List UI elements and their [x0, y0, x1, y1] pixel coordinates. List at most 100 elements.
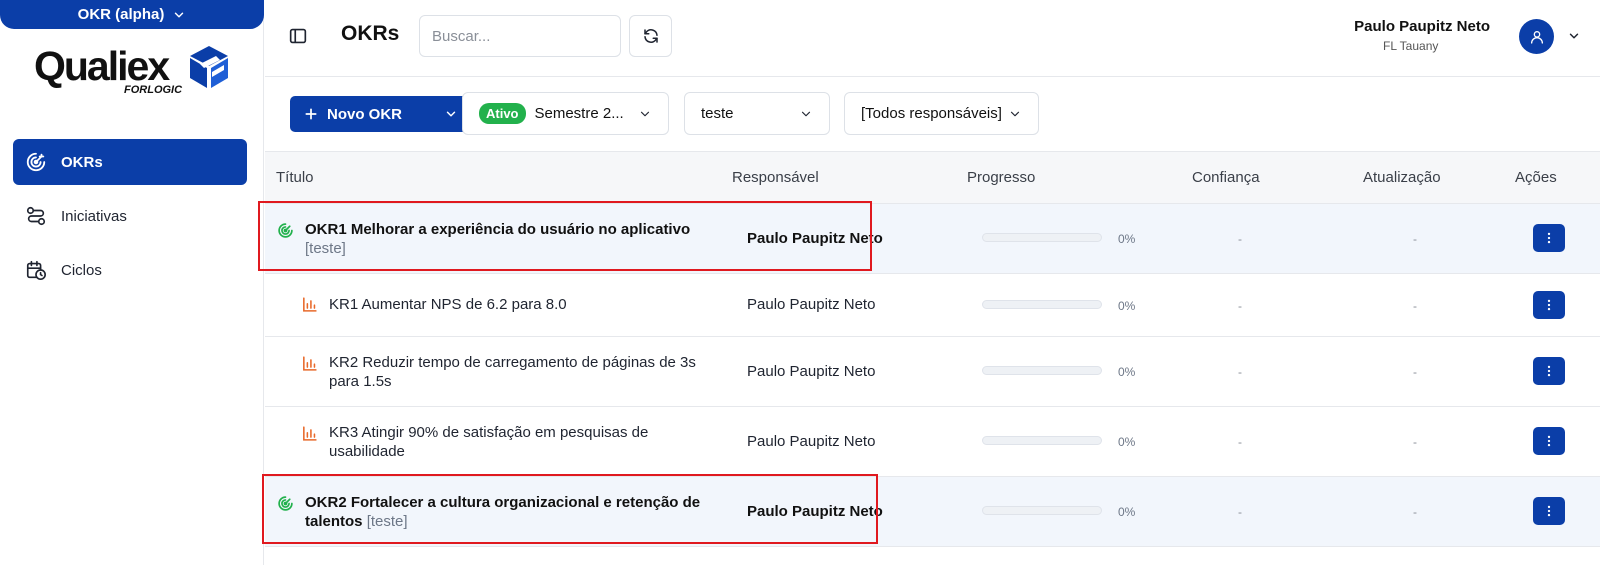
column-header-title[interactable]: Título [276, 169, 314, 186]
progress-bar [982, 233, 1102, 242]
column-header-updated[interactable]: Atualização [1363, 169, 1441, 186]
chevron-down-icon [446, 111, 456, 117]
sidebar-item-iniciativas[interactable]: Iniciativas [13, 193, 247, 239]
more-vertical-icon [1547, 299, 1551, 311]
updated-value: - [1413, 299, 1417, 313]
row-actions-button[interactable] [1533, 497, 1565, 525]
updated-value: - [1413, 232, 1417, 246]
column-header-actions: Ações [1515, 169, 1557, 186]
chevron-down-icon [1010, 111, 1020, 117]
status-badge: Ativo [479, 103, 526, 124]
kr-title-line: usabilidade [329, 443, 405, 460]
filter-bar: Novo OKR Ativo Semestre 2... teste [Todo… [265, 77, 1600, 152]
confidence-value: - [1238, 232, 1242, 246]
table-row[interactable]: OKR1 Melhorar a experiência do usuário n… [265, 204, 1600, 274]
confidence-value: - [1238, 505, 1242, 519]
table-row[interactable]: KR1 Aumentar NPS de 6.2 para 8.0 Paulo P… [265, 274, 1600, 337]
kr-title-line: KR3 Atingir 90% de satisfação em pesquis… [329, 424, 649, 441]
okr-table: Título Responsável Progresso Confiança A… [265, 152, 1600, 547]
updated-value: - [1413, 435, 1417, 449]
table-row[interactable]: KR2 Reduzir tempo de carregamento de pág… [265, 337, 1600, 407]
team-select[interactable]: teste [684, 92, 830, 135]
module-label: OKR (alpha) [77, 6, 165, 23]
responsible-name: Paulo Paupitz Neto [747, 433, 876, 450]
cube-logo-icon [190, 46, 228, 88]
kr-title[interactable]: KR1 Aumentar NPS de 6.2 para 8.0 [329, 295, 567, 314]
okr-title[interactable]: OKR1 Melhorar a experiência do usuário n… [305, 220, 690, 258]
chevron-down-icon [801, 111, 811, 117]
responsible-name: Paulo Paupitz Neto [747, 296, 876, 313]
confidence-value: - [1238, 435, 1242, 449]
user-name: Paulo Paupitz Neto [1354, 18, 1490, 35]
progress-bar [982, 300, 1102, 309]
sidebar-item-ciclos[interactable]: Ciclos [13, 247, 247, 293]
table-row[interactable]: KR3 Atingir 90% de satisfação em pesquis… [265, 407, 1600, 477]
updated-value: - [1413, 505, 1417, 519]
confidence-value: - [1238, 299, 1242, 313]
progress-percent: 0% [1118, 365, 1136, 379]
logo-subtitle: FORLOGIC [124, 84, 183, 96]
okr-title-line: talentos [305, 513, 363, 530]
responsible-select[interactable]: [Todos responsáveis] [844, 92, 1039, 135]
progress-bar [982, 436, 1102, 445]
avatar[interactable] [1519, 19, 1554, 54]
cycle-value: Semestre 2... [534, 105, 624, 122]
responsible-name: Paulo Paupitz Neto [747, 230, 883, 247]
row-actions-button[interactable] [1533, 224, 1565, 252]
column-header-confidence[interactable]: Confiança [1192, 169, 1260, 186]
row-actions-button[interactable] [1533, 291, 1565, 319]
chevron-down-icon [175, 12, 184, 17]
column-header-responsible[interactable]: Responsável [732, 169, 819, 186]
bar-chart-icon [303, 426, 317, 441]
okr-title-text: OKR1 Melhorar a experiência do usuário n… [305, 221, 691, 238]
page-title: OKRs [341, 22, 400, 45]
module-switcher[interactable]: OKR (alpha) [0, 0, 264, 29]
more-vertical-icon [1547, 365, 1551, 377]
calendar-clock-icon [26, 260, 46, 280]
progress-percent: 0% [1118, 232, 1136, 246]
table-row[interactable]: OKR2 Fortalecer a cultura organizacional… [265, 477, 1600, 547]
responsible-value: [Todos responsáveis] [861, 105, 1002, 122]
okr-tag: [teste] [305, 240, 346, 257]
kr-title-text: KR1 Aumentar NPS de 6.2 para 8.0 [329, 296, 567, 313]
new-okr-main-button[interactable]: Novo OKR [290, 96, 432, 132]
target-icon [278, 496, 293, 511]
more-vertical-icon [1547, 232, 1551, 244]
sidebar-item-okrs[interactable]: OKRs [13, 139, 247, 185]
search-input[interactable] [419, 15, 621, 57]
progress-percent: 0% [1118, 299, 1136, 313]
new-okr-button[interactable]: Novo OKR [290, 96, 470, 132]
updated-value: - [1413, 365, 1417, 379]
sidebar: OKR (alpha) Qualiex FORLOGIC OKRs Inicia… [0, 0, 264, 565]
row-actions-button[interactable] [1533, 357, 1565, 385]
row-actions-button[interactable] [1533, 427, 1565, 455]
new-okr-label: Novo OKR [327, 105, 402, 123]
chevron-down-icon [640, 111, 650, 117]
cycle-select[interactable]: Ativo Semestre 2... [462, 92, 669, 135]
okr-tag: [teste] [366, 513, 408, 530]
sidebar-toggle-icon[interactable] [287, 25, 309, 47]
column-header-progress[interactable]: Progresso [967, 169, 1035, 186]
refresh-icon [643, 29, 658, 43]
responsible-name: Paulo Paupitz Neto [747, 363, 876, 380]
progress-percent: 0% [1118, 505, 1136, 519]
kr-title[interactable]: KR3 Atingir 90% de satisfação em pesquis… [329, 423, 648, 461]
more-vertical-icon [1547, 505, 1551, 517]
okr-title[interactable]: OKR2 Fortalecer a cultura organizacional… [305, 493, 700, 531]
kr-title[interactable]: KR2 Reduzir tempo de carregamento de pág… [329, 353, 696, 391]
qualiex-logo: Qualiex FORLOGIC [34, 42, 234, 102]
chevron-down-icon[interactable] [1567, 29, 1581, 43]
progress-percent: 0% [1118, 435, 1136, 449]
responsible-name: Paulo Paupitz Neto [747, 503, 883, 520]
user-icon [1530, 30, 1543, 44]
more-vertical-icon [1547, 435, 1551, 447]
plus-icon [305, 108, 317, 120]
sidebar-item-label: Ciclos [61, 261, 102, 279]
logo-wordmark: Qualiex [34, 43, 170, 89]
team-value: teste [701, 105, 734, 122]
top-bar: OKRs Paulo Paupitz Neto FL Tauany [265, 0, 1600, 77]
okr-title-line: OKR2 Fortalecer a cultura organizacional… [305, 494, 701, 511]
target-icon [26, 152, 46, 172]
bar-chart-icon [303, 356, 317, 371]
refresh-button[interactable] [629, 15, 672, 57]
